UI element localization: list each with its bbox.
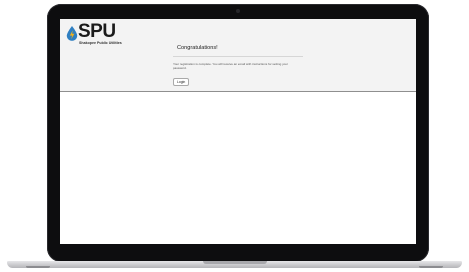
page-title: Congratulations!	[177, 45, 218, 51]
spu-logo[interactable]: SPU Shakopee Public Utilities	[66, 21, 136, 47]
title-divider	[173, 56, 303, 57]
page-header-band: SPU Shakopee Public Utilities Congratula…	[60, 19, 416, 92]
laptop-base	[7, 261, 462, 268]
registration-complete-card: Congratulations! Your registration is co…	[173, 45, 303, 88]
laptop-mockup: SPU Shakopee Public Utilities Congratula…	[0, 0, 469, 272]
base-notch	[202, 261, 267, 264]
logo-subtitle: Shakopee Public Utilities	[79, 41, 122, 45]
laptop-foot-left	[26, 266, 50, 268]
confirmation-message: Your registration is complete. You will …	[173, 62, 288, 70]
login-button[interactable]: Login	[173, 78, 190, 86]
laptop-foot-right	[419, 266, 443, 268]
logo-wordmark: SPU	[78, 21, 116, 42]
laptop-screen: SPU Shakopee Public Utilities Congratula…	[60, 19, 416, 244]
drop-and-bolt-icon	[66, 26, 78, 41]
camera-dot	[236, 9, 240, 13]
